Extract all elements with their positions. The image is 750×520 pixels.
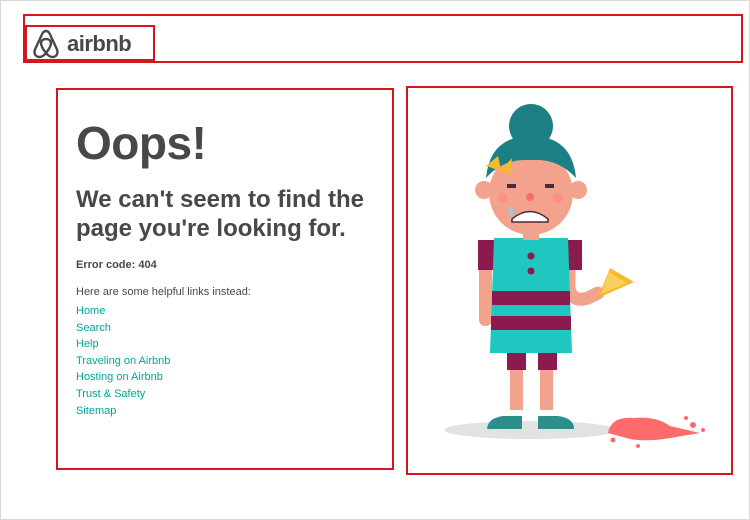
error-content: Oops! We can't seem to find the page you… <box>76 115 386 417</box>
link-home[interactable]: Home <box>76 305 105 317</box>
error-code: Error code: 404 <box>76 259 157 271</box>
logo-wordmark: airbnb <box>67 31 132 56</box>
link-hosting[interactable]: Hosting on Airbnb <box>76 371 163 383</box>
list-item: Hosting on Airbnb <box>76 367 386 384</box>
link-sitemap[interactable]: Sitemap <box>76 405 116 417</box>
list-item: Home <box>76 301 386 318</box>
link-search[interactable]: Search <box>76 322 111 334</box>
link-trust-safety[interactable]: Trust & Safety <box>76 388 145 400</box>
list-item: Traveling on Airbnb <box>76 351 386 368</box>
list-item: Search <box>76 318 386 335</box>
link-help[interactable]: Help <box>76 338 99 350</box>
airbnb-logo-link[interactable]: airbnb <box>31 28 132 60</box>
page-title: Oops! <box>76 117 207 169</box>
airbnb-belo-icon <box>31 28 61 60</box>
list-item: Trust & Safety <box>76 384 386 401</box>
list-item: Sitemap <box>76 401 386 418</box>
crying-girl-illustration <box>408 88 731 473</box>
list-item: Help <box>76 334 386 351</box>
link-traveling[interactable]: Traveling on Airbnb <box>76 355 170 367</box>
page-subtitle: We can't seem to find the page you're lo… <box>76 186 364 242</box>
links-intro: Here are some helpful links instead: <box>76 286 251 298</box>
helpful-links-list: Home Search Help Traveling on Airbnb Hos… <box>76 301 386 417</box>
